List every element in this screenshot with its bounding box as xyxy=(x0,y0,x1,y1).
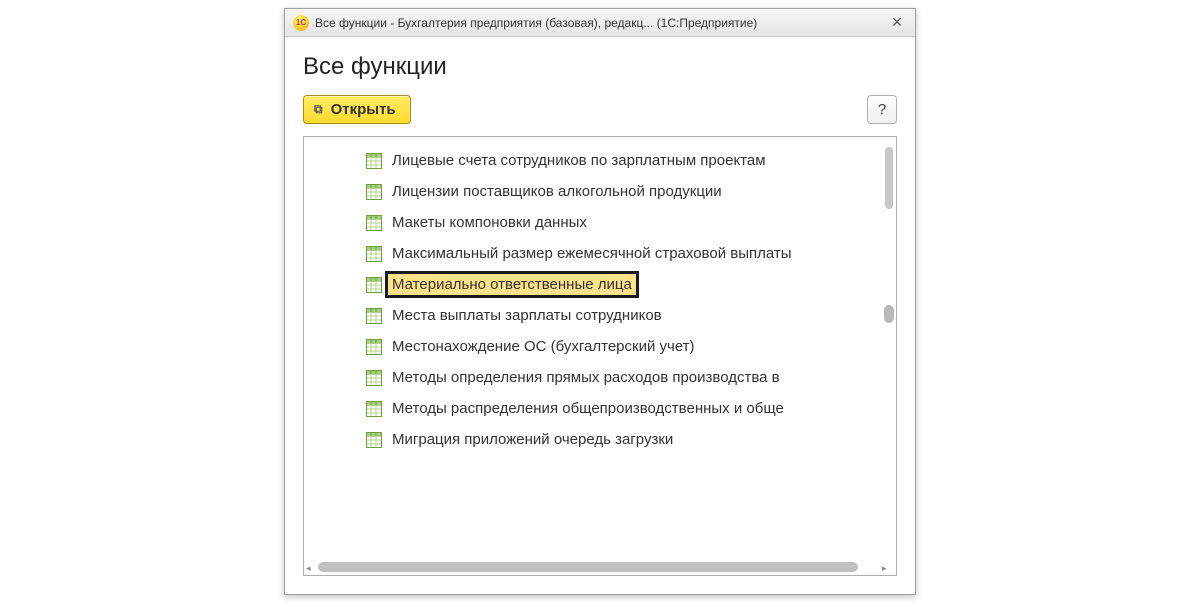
open-button-label: Открыть xyxy=(331,101,396,118)
tree-item-label: Места выплаты зарплаты сотрудников xyxy=(392,307,662,324)
tree-scroll-area[interactable]: Лицевые счета сотрудников по зарплатным … xyxy=(304,137,896,575)
horizontal-scrollbar[interactable] xyxy=(308,561,878,573)
scroll-right-arrow-icon[interactable]: ▸ xyxy=(882,563,890,571)
tree-item-label: Материально ответственные лица xyxy=(385,271,639,298)
table-icon xyxy=(366,277,382,293)
table-icon xyxy=(366,215,382,231)
tree-item[interactable]: Методы определения прямых расходов произ… xyxy=(362,362,896,393)
tree-item-label: Лицензии поставщиков алкогольной продукц… xyxy=(392,183,722,200)
app-1c-icon: 1C xyxy=(293,15,309,31)
tree-item[interactable]: Максимальный размер ежемесячной страхово… xyxy=(362,238,896,269)
open-window-icon: ⧉ xyxy=(314,102,323,117)
horizontal-scrollbar-thumb[interactable] xyxy=(318,562,858,572)
vertical-scrollbar[interactable] xyxy=(882,141,894,555)
scrollbar-range-hint xyxy=(885,147,893,209)
tree-item[interactable]: Методы распределения общепроизводственны… xyxy=(362,393,896,424)
tree-item[interactable]: Лицевые счета сотрудников по зарплатным … xyxy=(362,145,896,176)
vertical-scrollbar-thumb[interactable] xyxy=(884,305,894,323)
table-icon xyxy=(366,246,382,262)
tree-container: Лицевые счета сотрудников по зарплатным … xyxy=(303,136,897,576)
tree-item-label: Лицевые счета сотрудников по зарплатным … xyxy=(392,152,766,169)
tree-item-label: Миграция приложений очередь загрузки xyxy=(392,431,673,448)
tree-item[interactable]: Местонахождение ОС (бухгалтерский учет) xyxy=(362,331,896,362)
tree-item[interactable]: Макеты компоновки данных xyxy=(362,207,896,238)
help-button[interactable]: ? xyxy=(867,95,897,124)
toolbar: ⧉ Открыть ? xyxy=(303,95,897,124)
tree-item[interactable]: Места выплаты зарплаты сотрудников xyxy=(362,300,896,331)
titlebar[interactable]: 1C Все функции - Бухгалтерия предприятия… xyxy=(285,9,915,37)
table-icon xyxy=(366,401,382,417)
table-icon xyxy=(366,370,382,386)
page-title: Все функции xyxy=(303,53,897,81)
table-icon xyxy=(366,339,382,355)
close-button[interactable]: ✕ xyxy=(885,13,909,33)
tree-item-label: Методы распределения общепроизводственны… xyxy=(392,400,784,417)
tree-list: Лицевые счета сотрудников по зарплатным … xyxy=(304,137,896,463)
table-icon xyxy=(366,432,382,448)
tree-item[interactable]: Миграция приложений очередь загрузки xyxy=(362,424,896,455)
close-icon: ✕ xyxy=(891,14,903,31)
tree-item-label: Максимальный размер ежемесячной страхово… xyxy=(392,245,792,262)
app-window: 1C Все функции - Бухгалтерия предприятия… xyxy=(284,8,916,595)
help-button-label: ? xyxy=(878,101,886,118)
window-title: Все функции - Бухгалтерия предприятия (б… xyxy=(315,16,879,30)
tree-item-label: Методы определения прямых расходов произ… xyxy=(392,369,780,386)
tree-item[interactable]: Материально ответственные лица xyxy=(362,269,896,300)
open-button[interactable]: ⧉ Открыть xyxy=(303,95,411,124)
tree-item[interactable]: Лицензии поставщиков алкогольной продукц… xyxy=(362,176,896,207)
table-icon xyxy=(366,153,382,169)
tree-item-label: Макеты компоновки данных xyxy=(392,214,587,231)
tree-item-label: Местонахождение ОС (бухгалтерский учет) xyxy=(392,338,695,355)
window-content: Все функции ⧉ Открыть ? Лицевые счета со… xyxy=(285,37,915,594)
table-icon xyxy=(366,308,382,324)
table-icon xyxy=(366,184,382,200)
